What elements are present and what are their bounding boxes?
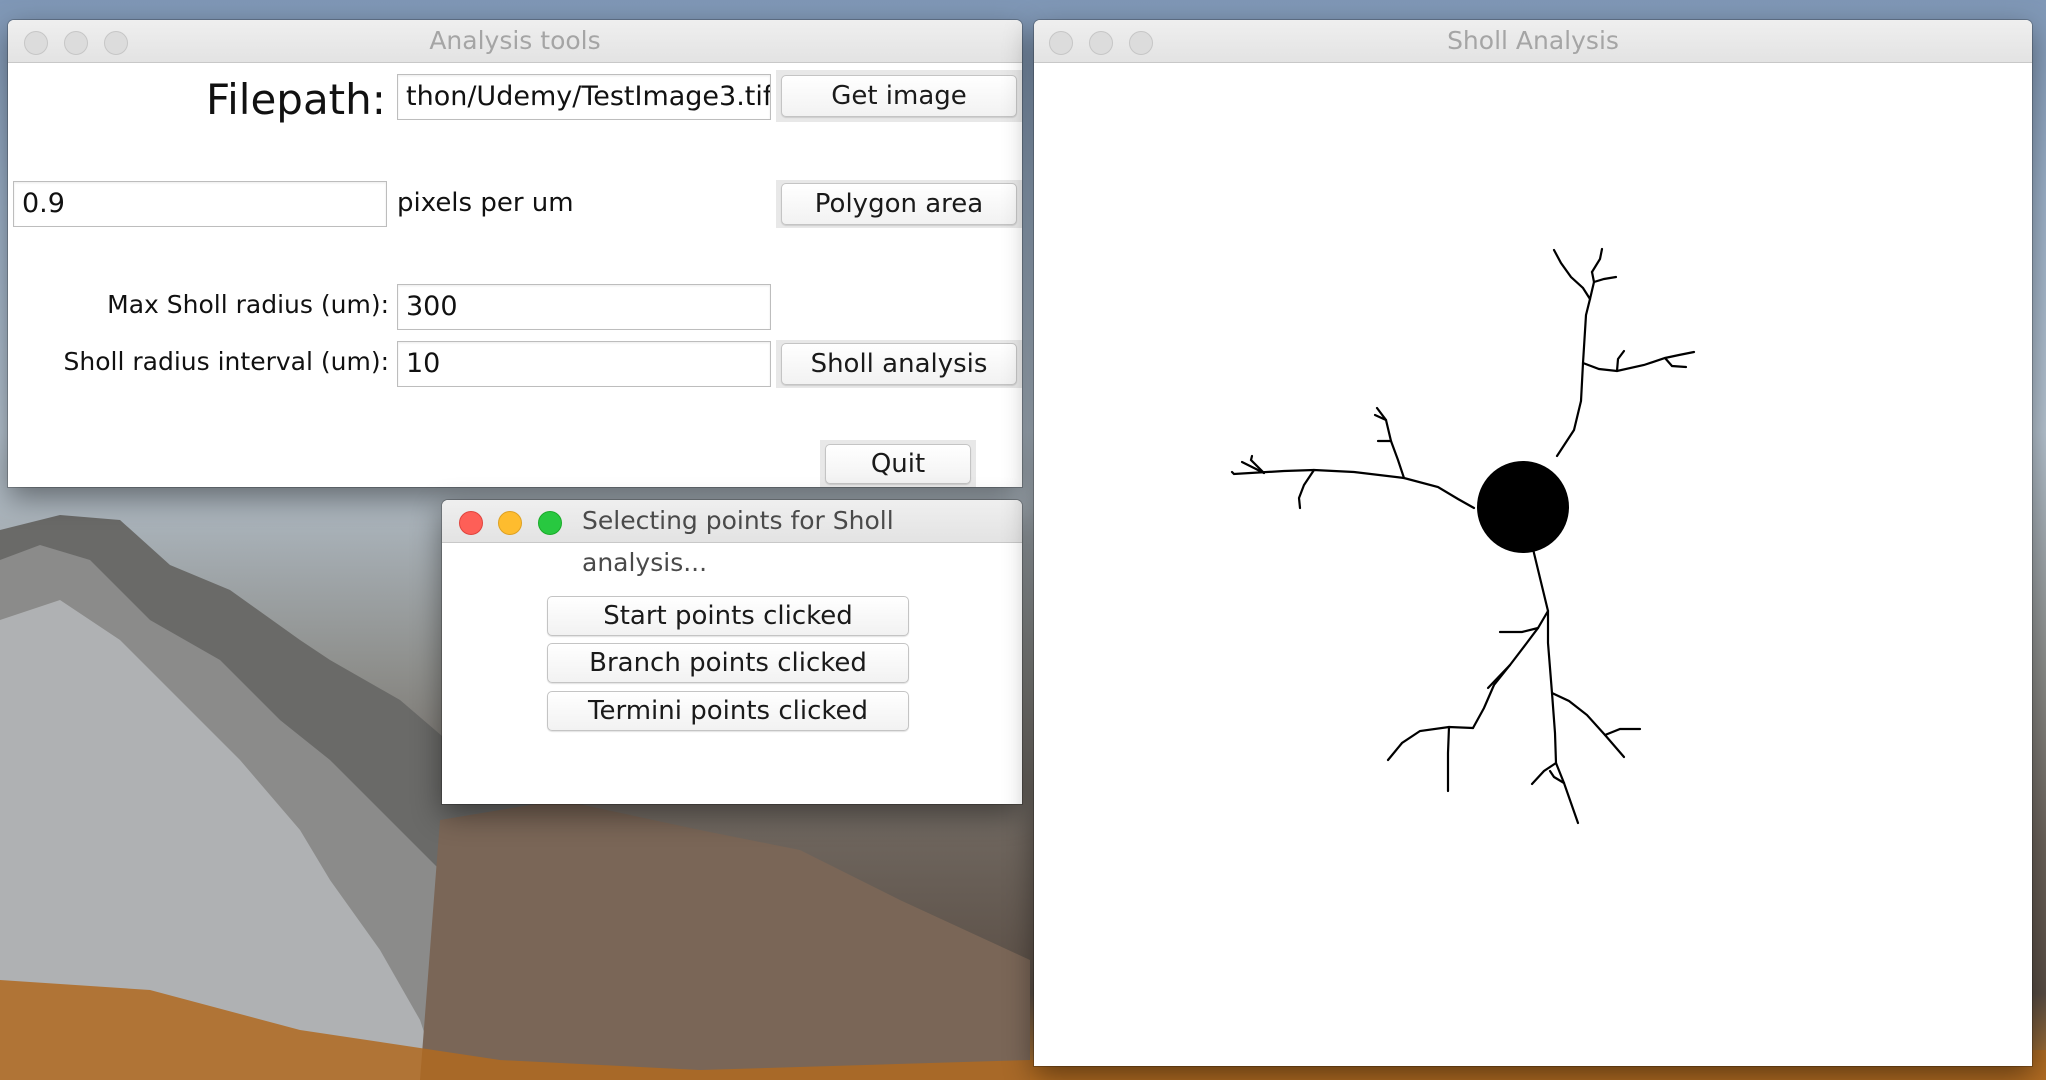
quit-button[interactable]: Quit	[825, 444, 971, 484]
sholl-analysis-titlebar[interactable]: Sholl Analysis	[1034, 20, 2032, 63]
filepath-input[interactable]: thon/Udemy/TestImage3.tif	[397, 74, 771, 120]
zoom-icon[interactable]	[538, 511, 562, 535]
branch-points-button[interactable]: Branch points clicked	[547, 643, 909, 683]
termini-points-button[interactable]: Termini points clicked	[547, 691, 909, 731]
selection-dialog: Selecting points for Sholl analysis... S…	[442, 500, 1022, 804]
analysis-tools-window: Analysis tools Filepath: thon/Udemy/Test…	[8, 20, 1022, 487]
window-title: Selecting points for Sholl analysis...	[582, 506, 894, 577]
sholl-analysis-button[interactable]: Sholl analysis	[781, 343, 1017, 385]
selection-dialog-titlebar[interactable]: Selecting points for Sholl analysis...	[442, 500, 1022, 577]
get-image-button[interactable]: Get image	[781, 75, 1017, 117]
window-title: Analysis tools	[429, 26, 601, 55]
filepath-label: Filepath:	[206, 75, 386, 124]
analysis-tools-titlebar[interactable]: Analysis tools	[8, 20, 1022, 63]
sholl-analysis-window: Sholl Analysis	[1034, 20, 2032, 1066]
scale-input[interactable]: 0.9	[13, 181, 387, 227]
neuron-canvas[interactable]	[1034, 63, 2032, 1066]
max-radius-label: Max Sholl radius (um):	[107, 290, 389, 319]
start-points-button[interactable]: Start points clicked	[547, 596, 909, 636]
close-icon[interactable]	[459, 511, 483, 535]
max-radius-input[interactable]: 300	[397, 284, 771, 330]
minimize-icon[interactable]	[498, 511, 522, 535]
neuron-soma	[1477, 461, 1569, 553]
window-title: Sholl Analysis	[1447, 26, 1619, 55]
radius-interval-label: Sholl radius interval (um):	[63, 347, 389, 376]
neuron-dendrites	[1230, 247, 1696, 825]
scale-unit-label: pixels per um	[397, 188, 574, 218]
radius-interval-input[interactable]: 10	[397, 341, 771, 387]
polygon-area-button[interactable]: Polygon area	[781, 183, 1017, 225]
